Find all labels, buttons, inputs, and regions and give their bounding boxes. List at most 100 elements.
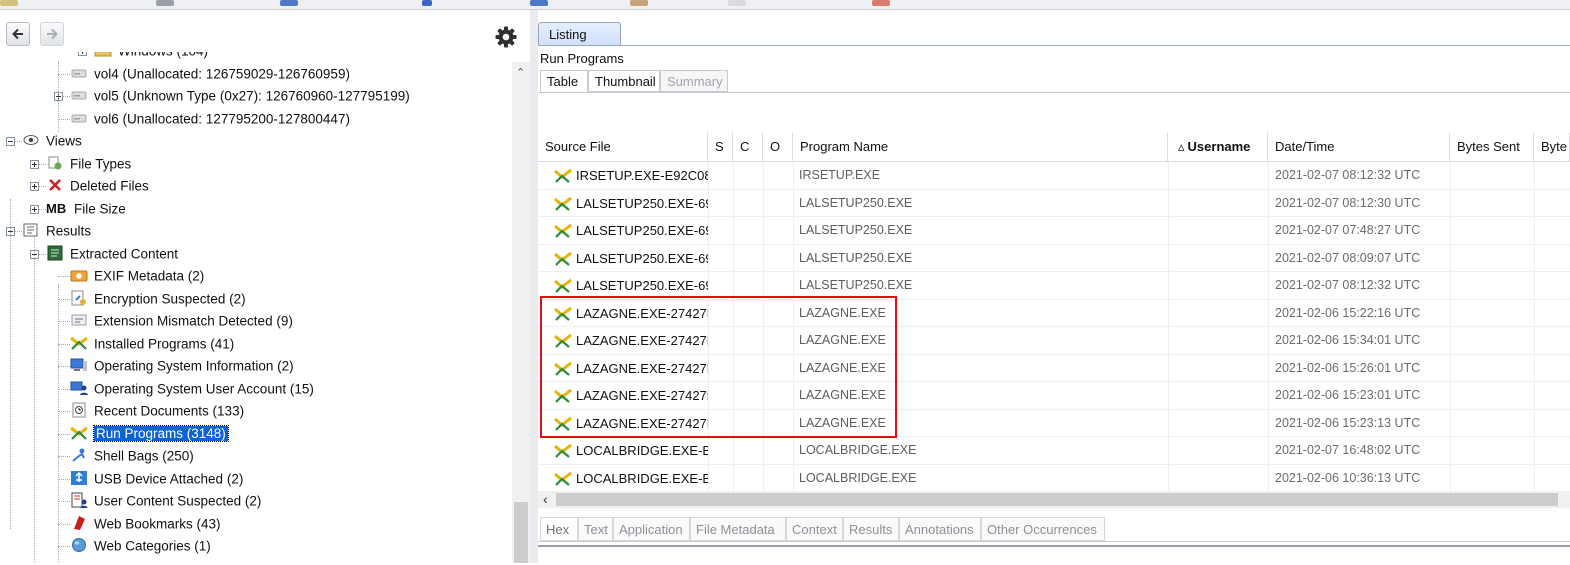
column-header[interactable]: ▵ Username xyxy=(1168,133,1268,161)
table-row[interactable]: LOCALBRIDGE.EXE-BF LOCALBRIDGE.EXE 2021-02… xyxy=(538,465,1570,492)
table-row[interactable]: LALSETUP250.EXE-69 LALSETUP250.EXE 2021-02… xyxy=(538,272,1570,300)
table-row[interactable]: LAZAGNE.EXE-27427E LAZAGNE.EXE 2021-02-06 … xyxy=(538,382,1570,410)
toolbar-icon[interactable] xyxy=(530,0,548,6)
tree-node[interactable]: Extension Mismatch Detected (9) xyxy=(70,310,293,332)
column-header[interactable]: O xyxy=(763,133,793,161)
tree-nav-bar xyxy=(0,10,530,52)
scroll-left-icon[interactable]: ‹ xyxy=(543,491,548,507)
subtab-thumbnail[interactable]: Thumbnail xyxy=(588,70,660,92)
tree-node[interactable]: Installed Programs (41) xyxy=(70,333,234,355)
top-toolbar-strip xyxy=(0,0,1570,10)
content-tab-context[interactable]: Context xyxy=(786,517,843,541)
cell-date-time: 2021-02-07 08:12:32 UTC xyxy=(1275,278,1421,292)
content-tab-annotations[interactable]: Annotations xyxy=(899,517,981,541)
tree-node[interactable]: Shell Bags (250) xyxy=(70,445,194,467)
tree-node[interactable]: EXIF Metadata (2) xyxy=(70,265,204,287)
tree-node-label: vol4 (Unallocated: 126759029-126760959) xyxy=(94,65,350,81)
clock-doc-icon xyxy=(70,402,88,418)
tree-node[interactable]: Operating System Information (2) xyxy=(70,355,294,377)
tree-scrollbar-thumb[interactable] xyxy=(514,502,528,563)
tree-node[interactable]: vol6 (Unallocated: 127795200-127800447) xyxy=(70,108,350,130)
cell-date-time: 2021-02-07 08:09:07 UTC xyxy=(1275,250,1421,265)
toolbar-icon[interactable] xyxy=(280,0,298,6)
column-header[interactable]: Byte xyxy=(1534,133,1570,161)
subtab-table[interactable]: Table xyxy=(540,70,588,92)
table-horizontal-scrollbar[interactable]: ‹ xyxy=(538,491,1570,508)
tree-node[interactable]: MB File Size xyxy=(46,198,126,220)
content-tab-text[interactable]: Text xyxy=(578,517,613,541)
tree-node[interactable]: vol5 (Unknown Type (0x27): 126760960-127… xyxy=(70,85,410,107)
source-file-text: LAZAGNE.EXE-27427E xyxy=(576,360,708,376)
tree-node[interactable]: Web Categories (1) xyxy=(70,535,211,557)
column-header[interactable]: Source File xyxy=(538,133,708,161)
toolbar-icon[interactable] xyxy=(872,0,890,6)
column-header[interactable]: C xyxy=(733,133,763,161)
column-header[interactable]: Date/Time xyxy=(1268,133,1450,161)
table-scrollbar-thumb[interactable] xyxy=(556,493,1558,506)
column-divider xyxy=(1168,162,1169,491)
content-tab-file-metadata[interactable]: File Metadata xyxy=(690,517,786,541)
cell-program-name: LALSETUP250.EXE xyxy=(799,195,913,210)
cell-program-name: LAZAGNE.EXE xyxy=(799,360,886,375)
tree-node[interactable]: Recent Documents (133) xyxy=(70,400,244,422)
tree-vertical-scrollbar[interactable]: ⌃ xyxy=(512,62,530,563)
table-row[interactable]: LALSETUP250.EXE-69 LALSETUP250.EXE 2021-02… xyxy=(538,217,1570,245)
user-computer-icon xyxy=(70,380,88,396)
table-row[interactable]: LOCALBRIDGE.EXE-BF LOCALBRIDGE.EXE 2021-02… xyxy=(538,437,1570,465)
table-row[interactable]: LAZAGNE.EXE-27427E LAZAGNE.EXE 2021-02-06 … xyxy=(538,327,1570,355)
table-row[interactable]: LALSETUP250.EXE-69 LALSETUP250.EXE 2021-02… xyxy=(538,245,1570,272)
table-row[interactable]: LAZAGNE.EXE-27427E LAZAGNE.EXE 2021-02-06 … xyxy=(538,300,1570,327)
gear-icon[interactable] xyxy=(494,25,518,49)
content-tab-hex[interactable]: Hex xyxy=(540,517,578,541)
tree-node[interactable]: USB Device Attached (2) xyxy=(70,468,243,490)
tree-node[interactable]: User Content Suspected (2) xyxy=(70,490,261,512)
cell-source-file: LAZAGNE.EXE-27427E xyxy=(554,327,708,354)
tab-listing[interactable]: Listing xyxy=(538,22,621,46)
content-tab-application[interactable]: Application xyxy=(613,517,690,541)
toolbar-icon[interactable] xyxy=(728,0,746,6)
tree-node[interactable]: File Types xyxy=(46,153,131,175)
toolbar-icon[interactable] xyxy=(422,0,432,6)
tree-node[interactable]: vol4 (Unallocated: 126759029-126760959) xyxy=(70,63,350,85)
toolbar-icon[interactable] xyxy=(156,0,174,6)
tree-node[interactable]: Results xyxy=(22,220,91,242)
expand-icon[interactable] xyxy=(78,52,87,56)
pane-splitter[interactable] xyxy=(530,10,538,563)
forward-button[interactable] xyxy=(40,22,64,46)
source-file-text: LALSETUP250.EXE-69 xyxy=(576,223,708,238)
expand-icon[interactable] xyxy=(30,159,39,169)
cell-program-name: LALSETUP250.EXE xyxy=(799,223,913,237)
cell-date-time: 2021-02-06 15:23:13 UTC xyxy=(1275,415,1421,430)
globe-icon xyxy=(70,537,88,553)
expand-icon[interactable] xyxy=(30,204,39,214)
collapse-icon[interactable] xyxy=(6,137,15,146)
camera-icon xyxy=(70,267,88,283)
toolbar-icon[interactable] xyxy=(630,0,648,6)
tree-node[interactable]: Windows (104) xyxy=(94,52,208,62)
tree-node[interactable]: Views xyxy=(22,130,82,152)
toolbar-icon[interactable] xyxy=(0,0,18,6)
column-header[interactable]: Bytes Sent xyxy=(1450,133,1534,161)
expand-icon[interactable] xyxy=(30,182,39,191)
tree-node[interactable]: Operating System User Account (15) xyxy=(70,378,314,400)
tree-node[interactable]: Web Bookmarks (43) xyxy=(70,513,221,535)
content-tab-results[interactable]: Results xyxy=(843,517,899,541)
source-file-text: LOCALBRIDGE.EXE-BF xyxy=(576,443,708,458)
table-row[interactable]: LAZAGNE.EXE-27427E LAZAGNE.EXE 2021-02-06 … xyxy=(538,410,1570,437)
tree-node[interactable]: Extracted Content xyxy=(46,243,178,265)
table-row[interactable]: LALSETUP250.EXE-69 LALSETUP250.EXE 2021-02… xyxy=(538,190,1570,217)
back-button[interactable] xyxy=(6,22,30,46)
column-header[interactable]: S xyxy=(708,133,733,161)
column-divider xyxy=(1268,162,1269,491)
table-row[interactable]: LAZAGNE.EXE-27427E LAZAGNE.EXE 2021-02-06 … xyxy=(538,355,1570,382)
scroll-up-icon[interactable]: ⌃ xyxy=(516,66,525,79)
tree-node[interactable]: Run Programs (3148) xyxy=(70,423,229,445)
tree-node[interactable]: Encryption Suspected (2) xyxy=(70,288,246,310)
tree-node[interactable]: Deleted Files xyxy=(46,175,149,197)
cell-date-time: 2021-02-06 15:22:16 UTC xyxy=(1275,305,1421,320)
content-tab-other-occurrences[interactable]: Other Occurrences xyxy=(981,517,1105,541)
tree-connector xyxy=(58,276,70,277)
subtab-summary: Summary xyxy=(660,70,728,92)
column-header[interactable]: Program Name xyxy=(793,133,1168,161)
table-row[interactable]: IRSETUP.EXE-E92C08 IRSETUP.EXE 2021-02-07 … xyxy=(538,162,1570,190)
